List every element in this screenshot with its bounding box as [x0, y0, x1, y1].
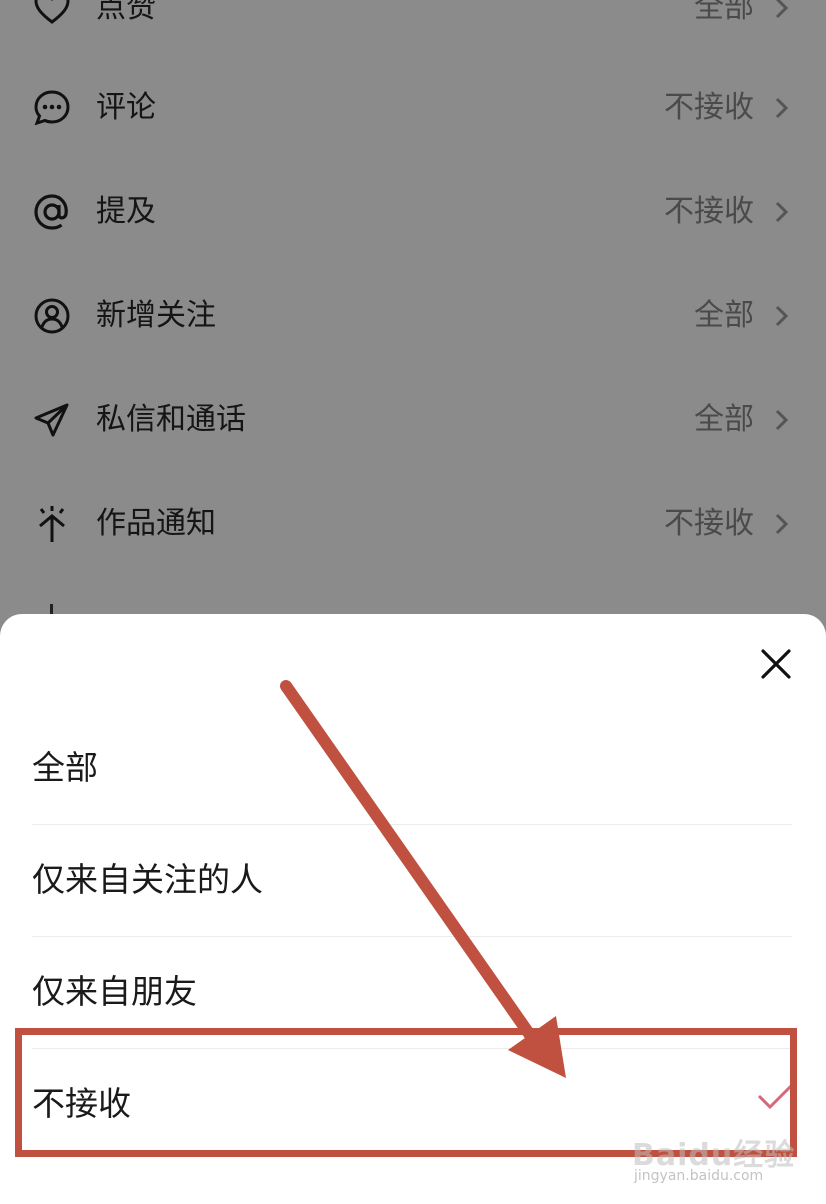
chevron-right-icon: [775, 305, 789, 327]
watermark-url: jingyan.baidu.com: [634, 1168, 764, 1184]
comment-icon: [34, 90, 70, 126]
chevron-right-icon: [775, 513, 789, 535]
chevron-right-icon: [775, 0, 789, 19]
close-icon[interactable]: [756, 644, 796, 684]
settings-row-messages-calls[interactable]: 私信和通话 全部: [0, 368, 826, 472]
spark-icon: [39, 506, 65, 542]
watermark: Baidu经验 jingyan.baidu.com: [632, 1112, 802, 1192]
chevron-right-icon: [775, 201, 789, 223]
chevron-right-icon: [775, 409, 789, 431]
option-followed-only[interactable]: 仅来自关注的人: [32, 824, 792, 937]
settings-row-work-notifications[interactable]: 作品通知 不接收: [0, 472, 826, 576]
settings-row-value: 全部: [694, 298, 754, 333]
settings-row-label: 新增关注: [96, 298, 216, 333]
settings-row-label: 点赞: [96, 0, 156, 25]
settings-row-new-followers[interactable]: 新增关注 全部: [0, 264, 826, 368]
settings-row-value: 不接收: [664, 506, 754, 541]
option-label: 全部: [32, 748, 98, 787]
option-all[interactable]: 全部: [32, 712, 792, 825]
settings-row-label: 评论: [96, 90, 156, 125]
at-icon: [34, 194, 68, 230]
settings-row-label: 私信和通话: [96, 402, 246, 437]
settings-row-label: 作品通知: [96, 506, 216, 541]
heart-icon: [34, 0, 70, 24]
settings-row-mentions[interactable]: 提及 不接收: [0, 160, 826, 264]
settings-row-likes[interactable]: 点赞 全部: [0, 0, 826, 60]
chevron-right-icon: [775, 97, 789, 119]
settings-row-value: 不接收: [664, 194, 754, 229]
settings-row-comments[interactable]: 评论 不接收: [0, 56, 826, 160]
settings-row-value: 全部: [694, 0, 754, 25]
option-label: 仅来自朋友: [32, 972, 197, 1011]
user-circle-icon: [34, 298, 70, 334]
settings-row-value: 全部: [694, 402, 754, 437]
settings-row-label: 提及: [96, 194, 156, 229]
option-label: 仅来自关注的人: [32, 860, 263, 899]
send-icon: [34, 403, 69, 437]
settings-row-value: 不接收: [664, 90, 754, 125]
